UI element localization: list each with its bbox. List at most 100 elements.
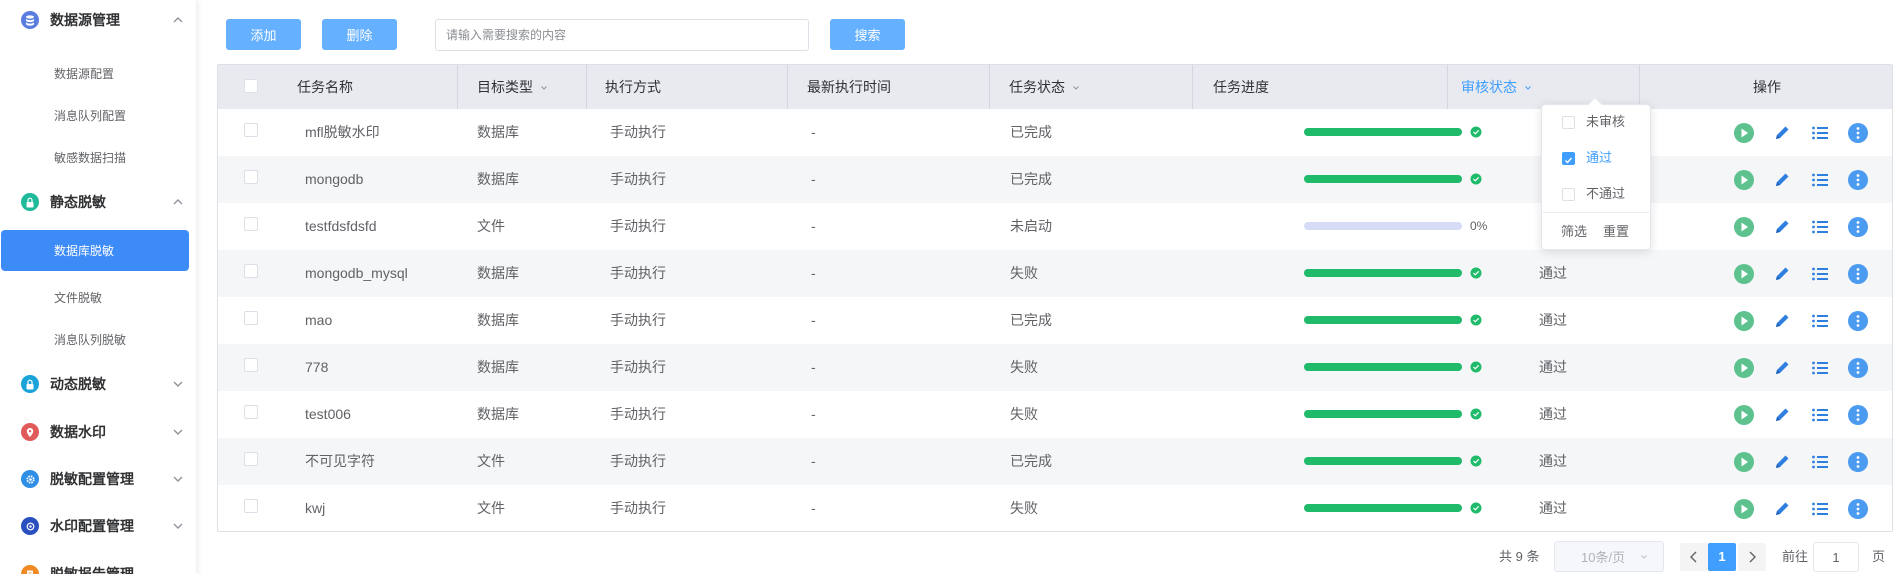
play-icon[interactable] <box>1733 498 1755 520</box>
submenu-item-datasource-config[interactable]: 数据源配置 <box>0 54 196 94</box>
filter-option-passed[interactable]: 通过 <box>1542 143 1650 173</box>
column-header-audit-status[interactable]: 审核状态 <box>1448 65 1640 109</box>
list-icon[interactable] <box>1809 216 1831 238</box>
search-input[interactable] <box>435 19 809 51</box>
more-icon[interactable] <box>1847 310 1869 332</box>
filter-confirm-button[interactable]: 筛选 <box>1561 224 1587 240</box>
list-icon[interactable] <box>1809 169 1831 191</box>
row-checkbox[interactable] <box>244 311 258 325</box>
cell-exec-mode: 手动执行 <box>610 312 666 328</box>
more-icon[interactable] <box>1847 169 1869 191</box>
play-icon[interactable] <box>1733 310 1755 332</box>
edit-pencil-icon[interactable] <box>1771 451 1793 473</box>
menu-group-static-masking[interactable]: 静态脱敏 <box>0 182 196 222</box>
filter-checkbox[interactable] <box>1562 188 1575 201</box>
cell-task-name: kwj <box>305 500 326 516</box>
menu-group-watermark-config[interactable]: 水印配置管理 <box>0 506 196 546</box>
menu-group-data-watermark[interactable]: 数据水印 <box>0 412 196 452</box>
filter-checkbox-checked[interactable] <box>1562 152 1575 165</box>
list-icon[interactable] <box>1809 451 1831 473</box>
more-icon[interactable] <box>1847 451 1869 473</box>
filter-option-unreviewed[interactable]: 未审核 <box>1542 107 1650 137</box>
row-checkbox[interactable] <box>244 123 258 137</box>
row-checkbox[interactable] <box>244 170 258 184</box>
cell-exec-mode: 手动执行 <box>610 265 666 281</box>
filter-option-failed[interactable]: 不通过 <box>1542 179 1650 209</box>
prev-page-button[interactable] <box>1680 543 1708 571</box>
page-size-value: 10条/页 <box>1581 550 1626 565</box>
chevron-down-icon <box>1641 555 1647 559</box>
list-icon[interactable] <box>1809 310 1831 332</box>
add-button[interactable]: 添加 <box>226 19 301 50</box>
play-icon[interactable] <box>1733 216 1755 238</box>
success-check-icon <box>1470 361 1482 373</box>
progress-fill <box>1304 504 1462 512</box>
row-checkbox[interactable] <box>244 217 258 231</box>
play-icon[interactable] <box>1733 451 1755 473</box>
cell-last-exec-time: - <box>811 453 816 469</box>
table-row: mao 数据库 手动执行 - 已完成 通过 <box>218 297 1892 344</box>
edit-pencil-icon[interactable] <box>1771 310 1793 332</box>
cell-task-name: mongodb_mysql <box>305 265 408 281</box>
submenu-item-mq-config[interactable]: 消息队列配置 <box>0 96 196 136</box>
submenu-item-file-masking[interactable]: 文件脱敏 <box>0 278 196 318</box>
list-icon[interactable] <box>1809 263 1831 285</box>
list-icon[interactable] <box>1809 498 1831 520</box>
cell-exec-mode: 手动执行 <box>610 124 666 140</box>
play-icon[interactable] <box>1733 357 1755 379</box>
table-row: kwj 文件 手动执行 - 失败 通过 <box>218 485 1892 531</box>
cell-target-type: 数据库 <box>477 312 519 328</box>
filter-reset-button[interactable]: 重置 <box>1603 224 1629 240</box>
search-button[interactable]: 搜索 <box>830 19 905 50</box>
menu-group-masking-config[interactable]: 脱敏配置管理 <box>0 459 196 499</box>
filter-checkbox[interactable] <box>1562 116 1575 129</box>
location-pin-icon <box>21 423 39 441</box>
edit-pencil-icon[interactable] <box>1771 122 1793 144</box>
edit-pencil-icon[interactable] <box>1771 357 1793 379</box>
delete-button[interactable]: 删除 <box>322 19 397 50</box>
row-checkbox[interactable] <box>244 264 258 278</box>
cell-target-type: 数据库 <box>477 359 519 375</box>
row-checkbox[interactable] <box>244 499 258 513</box>
page-number-current[interactable]: 1 <box>1708 543 1736 571</box>
submenu-item-db-masking[interactable]: 数据库脱敏 <box>1 230 189 271</box>
row-checkbox[interactable] <box>244 358 258 372</box>
column-header-task-status[interactable]: 任务状态 <box>990 65 1193 109</box>
more-icon[interactable] <box>1847 404 1869 426</box>
more-icon[interactable] <box>1847 498 1869 520</box>
menu-group-dynamic-masking[interactable]: 动态脱敏 <box>0 364 196 404</box>
row-checkbox[interactable] <box>244 452 258 466</box>
edit-pencil-icon[interactable] <box>1771 263 1793 285</box>
more-icon[interactable] <box>1847 122 1869 144</box>
more-icon[interactable] <box>1847 216 1869 238</box>
lock-icon <box>21 193 39 211</box>
filter-option-label: 不通过 <box>1586 186 1626 201</box>
page-size-select[interactable]: 10条/页 <box>1554 541 1664 572</box>
submenu-item-mq-masking[interactable]: 消息队列脱敏 <box>0 320 196 360</box>
more-icon[interactable] <box>1847 357 1869 379</box>
submenu-item-sensitive-scan[interactable]: 敏感数据扫描 <box>0 138 196 178</box>
menu-group-report[interactable]: 脱敏报告管理 <box>0 554 196 574</box>
list-icon[interactable] <box>1809 357 1831 379</box>
more-icon[interactable] <box>1847 263 1869 285</box>
edit-pencil-icon[interactable] <box>1771 404 1793 426</box>
next-page-button[interactable] <box>1738 543 1766 571</box>
play-icon[interactable] <box>1733 122 1755 144</box>
menu-group-datasource[interactable]: 数据源管理 <box>0 0 196 40</box>
row-checkbox[interactable] <box>244 405 258 419</box>
list-icon[interactable] <box>1809 122 1831 144</box>
select-all-checkbox[interactable] <box>244 79 258 93</box>
play-icon[interactable] <box>1733 169 1755 191</box>
edit-pencil-icon[interactable] <box>1771 169 1793 191</box>
play-icon[interactable] <box>1733 263 1755 285</box>
edit-pencil-icon[interactable] <box>1771 216 1793 238</box>
goto-page-input[interactable] <box>1813 542 1859 572</box>
cell-task-name: mao <box>305 312 333 328</box>
list-icon[interactable] <box>1809 404 1831 426</box>
play-icon[interactable] <box>1733 404 1755 426</box>
task-progress-bar: 0% <box>1304 219 1524 233</box>
menu-group-label: 数据源管理 <box>50 12 120 28</box>
column-header-target-type[interactable]: 目标类型 <box>458 65 587 109</box>
edit-pencil-icon[interactable] <box>1771 498 1793 520</box>
success-check-icon <box>1470 314 1482 326</box>
